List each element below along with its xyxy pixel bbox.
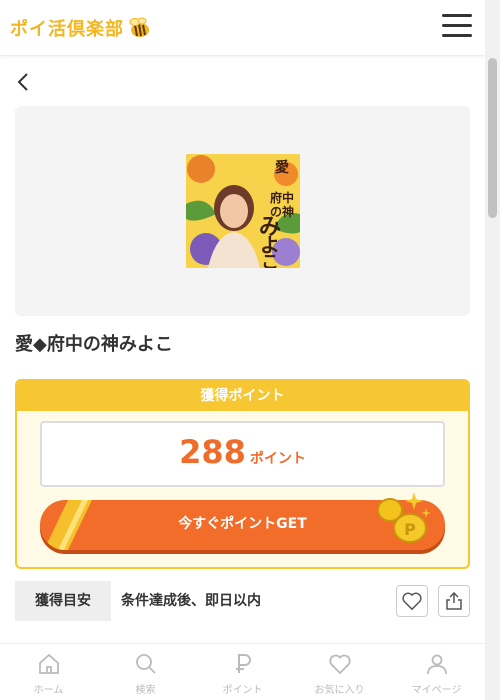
share-button[interactable] — [438, 585, 470, 617]
logo-text: ポイ活倶楽部 — [10, 19, 124, 40]
bee-logo-icon — [129, 17, 149, 37]
svg-text:愛: 愛 — [275, 159, 289, 176]
nav-item-points[interactable]: ポイント — [194, 644, 291, 700]
estimate-value: 条件達成後、即日以内 — [121, 593, 261, 609]
points-unit: ポイント — [249, 451, 306, 467]
estimate-label: 獲得目安 — [15, 581, 111, 621]
favorite-button[interactable] — [396, 585, 428, 617]
offer-title: 愛◆府中の神みよこ — [15, 334, 173, 355]
nav-label-points: ポイント — [222, 685, 263, 696]
point-icon — [235, 654, 251, 673]
back-button[interactable] — [12, 70, 36, 94]
coins-icon: P — [377, 492, 431, 543]
points-value-box: 288 ポイント — [40, 421, 445, 487]
points-value: 288 — [179, 433, 246, 471]
home-icon — [38, 653, 59, 674]
nav-item-favorites[interactable]: お気に入り — [291, 644, 388, 700]
search-icon — [135, 654, 156, 674]
offer-thumbnail[interactable]: 愛 府中 の神 み よ こ — [186, 154, 300, 268]
chevron-left-icon — [17, 73, 28, 91]
page-scrollbar[interactable] — [485, 0, 500, 700]
offer-image-card: 愛 府中 の神 み よ こ — [15, 106, 470, 316]
share-icon — [446, 591, 462, 610]
bottom-navigation: ホーム 検索 ポイント お気に入り マイページ — [0, 643, 485, 700]
hamburger-menu-icon[interactable] — [442, 14, 474, 40]
nav-label-favorites: お気に入り — [314, 685, 365, 696]
heart-icon — [328, 654, 351, 675]
svg-text:こ: こ — [261, 252, 279, 268]
thumbnail-artwork: 愛 府中 の神 み よ こ — [186, 154, 300, 268]
svg-text:府中: 府中 — [270, 190, 294, 205]
nav-label-home: ホーム — [33, 685, 64, 696]
scrollbar-thumb[interactable] — [488, 58, 497, 218]
app-header: ポイ活倶楽部 — [0, 0, 485, 56]
user-icon — [426, 654, 447, 675]
nav-label-search: 検索 — [135, 685, 156, 696]
heart-icon — [402, 592, 422, 611]
nav-item-mypage[interactable]: マイページ — [388, 644, 485, 700]
nav-label-mypage: マイページ — [411, 685, 462, 696]
site-logo[interactable]: ポイ活倶楽部 — [10, 15, 151, 41]
svg-text:P: P — [404, 520, 416, 539]
points-heading: 獲得ポイント — [17, 381, 468, 411]
nav-item-search[interactable]: 検索 — [97, 644, 194, 700]
nav-item-home[interactable]: ホーム — [0, 644, 97, 700]
